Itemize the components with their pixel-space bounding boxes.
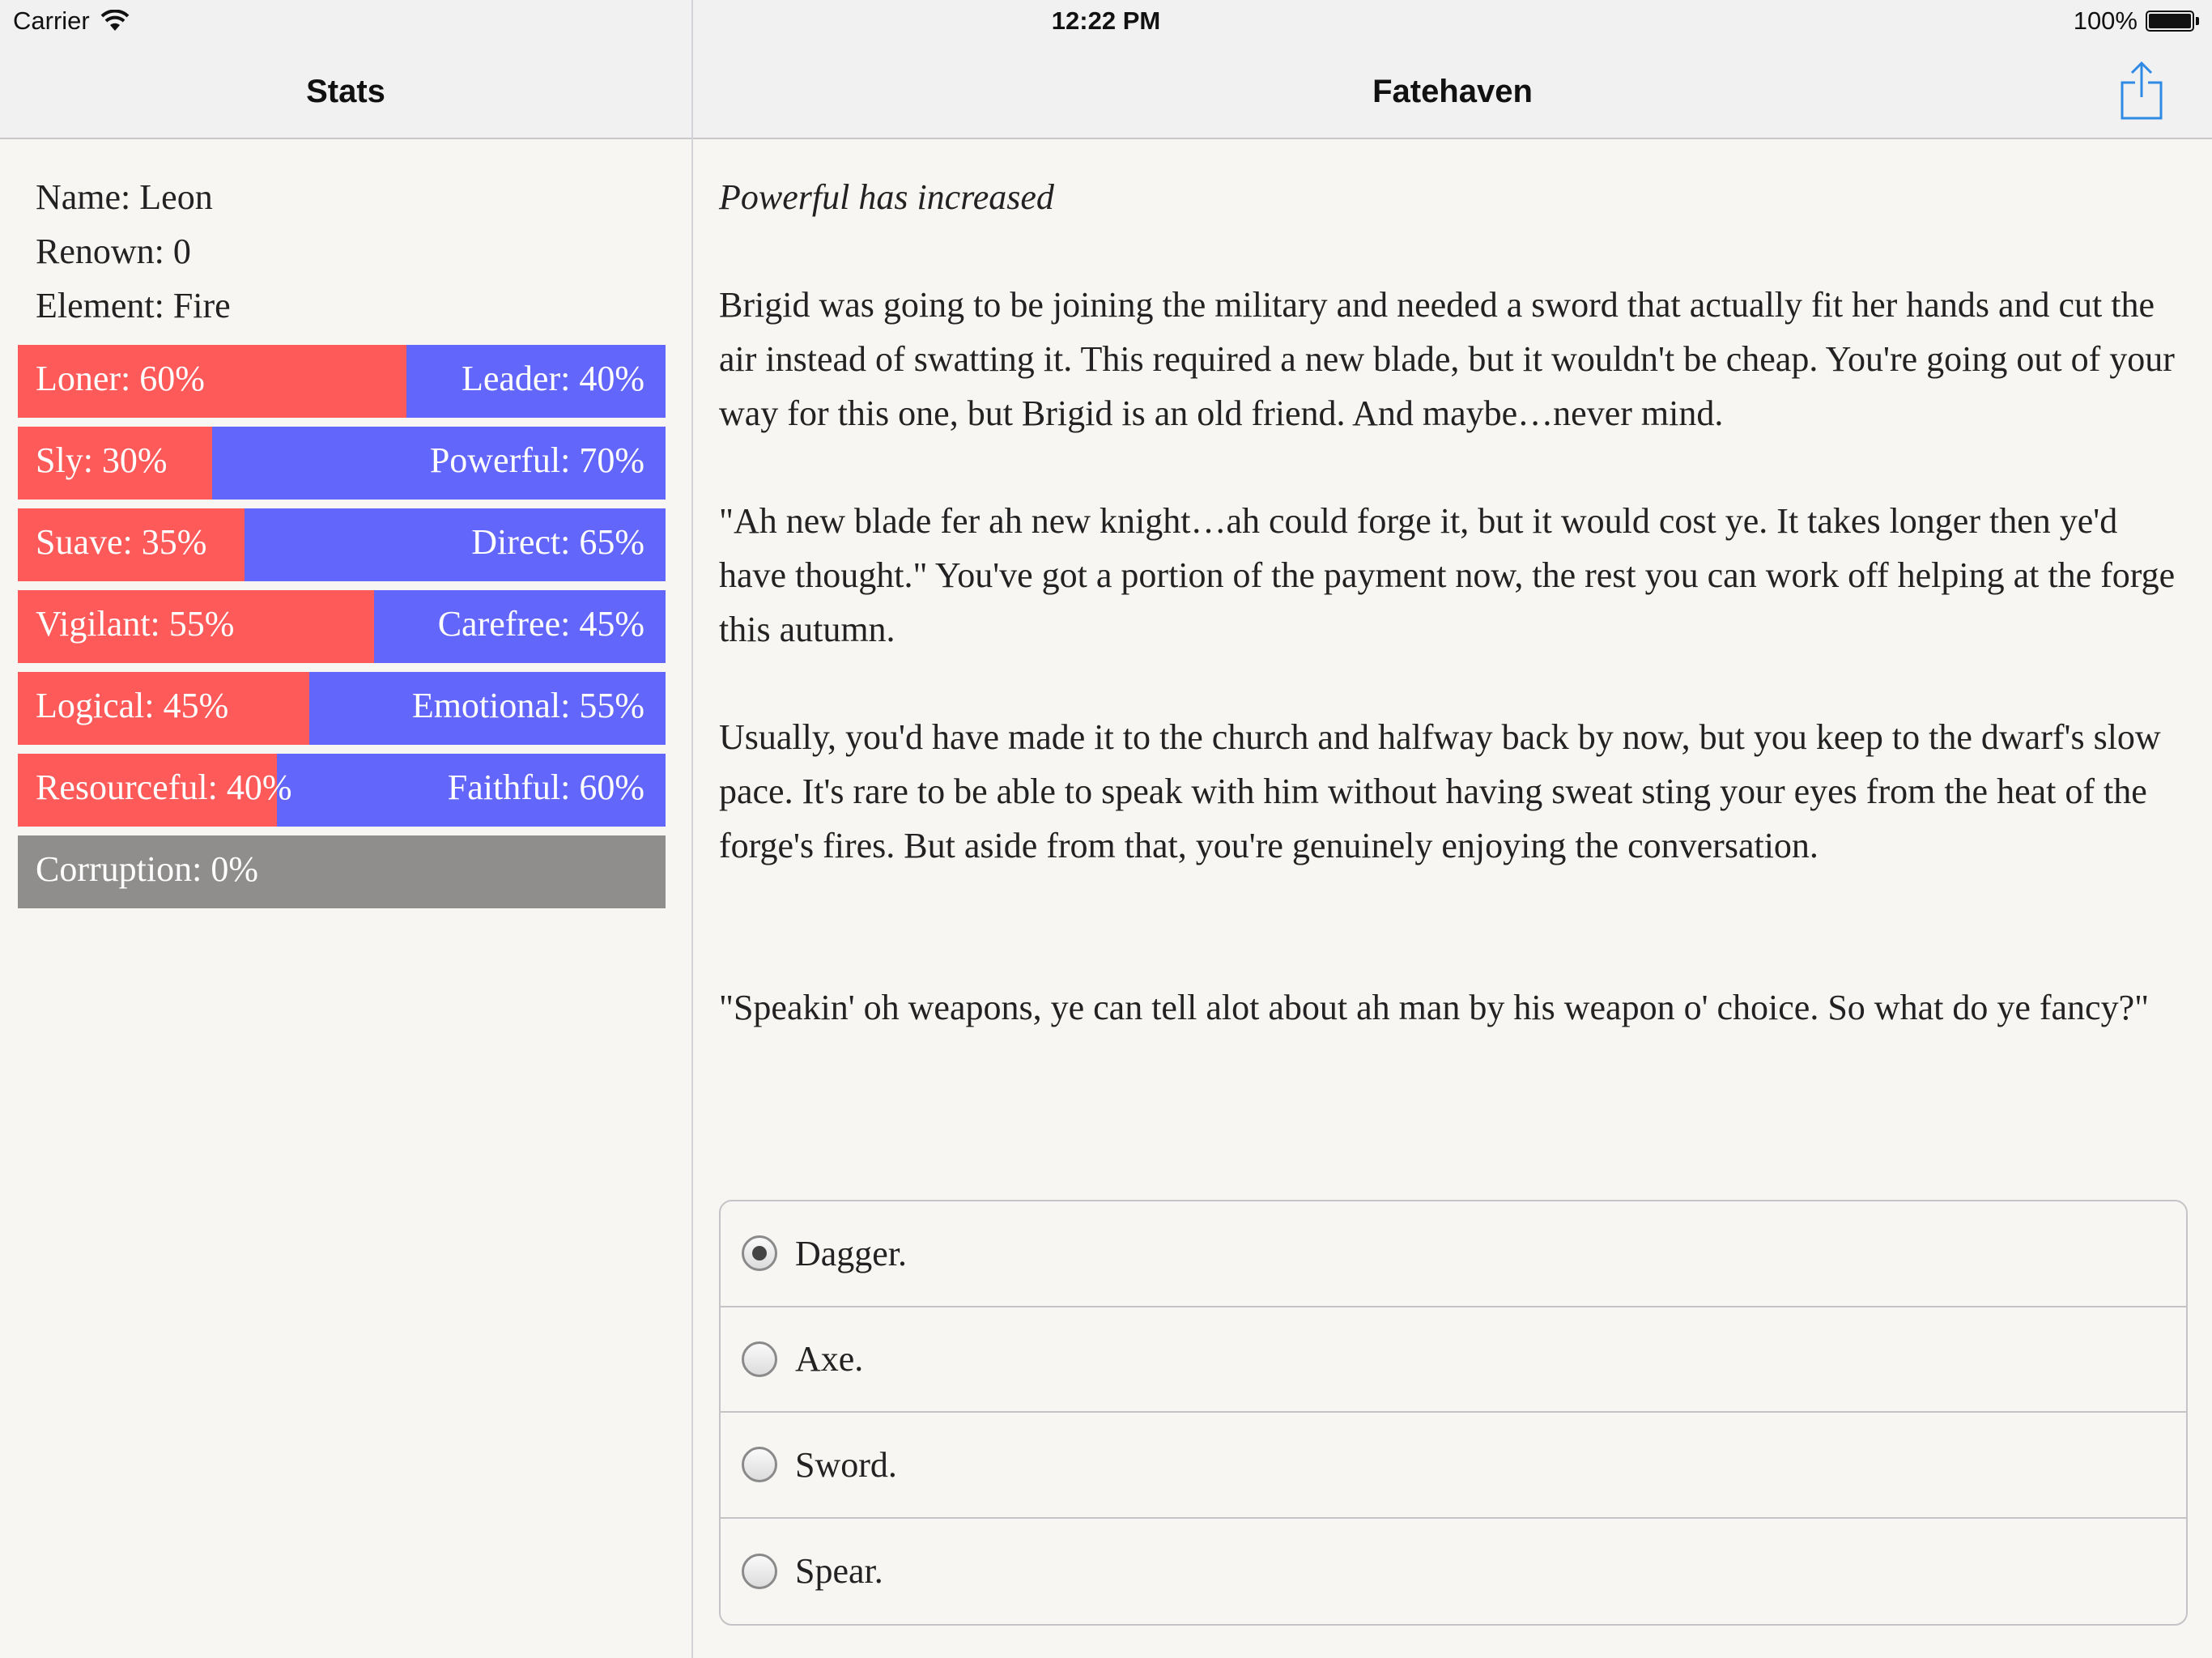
stat-bar-resourceful-faithful: Resourceful: 40% Faithful: 60%: [18, 754, 666, 827]
story-nav-bar: Fatehaven: [693, 45, 2212, 139]
stat-bar-loner-leader: Loner: 60% Leader: 40%: [18, 345, 666, 418]
radio-button-icon[interactable]: [742, 1235, 777, 1272]
bar-right-label: Carefree: 45%: [437, 604, 644, 644]
bar-left-label: Vigilant: 55%: [36, 604, 235, 644]
choice-label: Dagger.: [795, 1233, 908, 1273]
corruption-label: Corruption: 0%: [36, 849, 258, 889]
battery-label: 100%: [2073, 6, 2138, 35]
battery-indicator: 100%: [2074, 6, 2199, 36]
radio-button-icon[interactable]: [742, 1341, 777, 1377]
bar-right-label: Emotional: 55%: [411, 686, 644, 725]
radio-button-icon[interactable]: [742, 1447, 777, 1483]
choice-label: Spear.: [795, 1551, 883, 1592]
story-title: Fatehaven: [1372, 73, 1533, 109]
stat-name: Name: Leon: [36, 177, 213, 217]
stat-bar-logical-emotional: Logical: 45% Emotional: 55%: [18, 672, 666, 745]
bar-left-label: Sly: 30%: [36, 440, 168, 480]
stat-change-notice: Powerful has increased: [719, 177, 1054, 217]
stat-bar-sly-powerful: Sly: 30% Powerful: 70%: [18, 427, 666, 500]
story-paragraph: "Ah new blade fer ah new knight…ah could…: [719, 501, 2176, 649]
stat-bar-vigilant-carefree: Vigilant: 55% Carefree: 45%: [18, 590, 666, 663]
stat-bar-corruption: Corruption: 0%: [18, 835, 666, 908]
stat-element: Element: Fire: [36, 286, 231, 325]
stats-title: Stats: [306, 73, 385, 109]
bar-right-label: Leader: 40%: [462, 359, 644, 398]
bar-right-label: Direct: 65%: [471, 522, 644, 562]
bar-left-label: Logical: 45%: [36, 686, 229, 725]
choice-label: Sword.: [795, 1444, 897, 1485]
radio-button-icon[interactable]: [742, 1553, 777, 1589]
choice-list: Dagger. Axe. Sword. Spear.: [719, 1200, 2188, 1626]
story-paragraph: Brigid was going to be joining the milit…: [719, 285, 2175, 433]
story-paragraph: Usually, you'd have made it to the churc…: [719, 717, 2161, 865]
status-bar: Carrier 12:22 PM 100%: [0, 0, 2212, 45]
story-paragraph: "Speakin' oh weapons, ye can tell alot a…: [719, 988, 2150, 1027]
split-divider: [691, 0, 693, 1658]
choice-label: Axe.: [795, 1339, 864, 1380]
bar-right-label: Powerful: 70%: [429, 440, 644, 480]
choice-axe[interactable]: Axe.: [721, 1307, 2186, 1413]
stat-renown: Renown: 0: [36, 232, 191, 271]
bar-left-label: Loner: 60%: [36, 359, 205, 398]
battery-icon: [2146, 9, 2199, 33]
bar-left-label: Resourceful: 40%: [36, 767, 292, 807]
stats-nav-bar: Stats: [0, 45, 691, 139]
stats-panel: Name: Leon Renown: 0 Element: Fire Loner…: [0, 139, 691, 1658]
status-time: 12:22 PM: [1051, 6, 1161, 35]
choice-spear[interactable]: Spear.: [721, 1519, 2186, 1625]
bar-left-label: Suave: 35%: [36, 522, 207, 562]
share-icon[interactable]: [2120, 60, 2163, 121]
choice-sword[interactable]: Sword.: [721, 1413, 2186, 1519]
bar-right-label: Faithful: 60%: [447, 767, 644, 807]
choice-dagger[interactable]: Dagger.: [721, 1201, 2186, 1307]
stat-bar-suave-direct: Suave: 35% Direct: 65%: [18, 508, 666, 581]
